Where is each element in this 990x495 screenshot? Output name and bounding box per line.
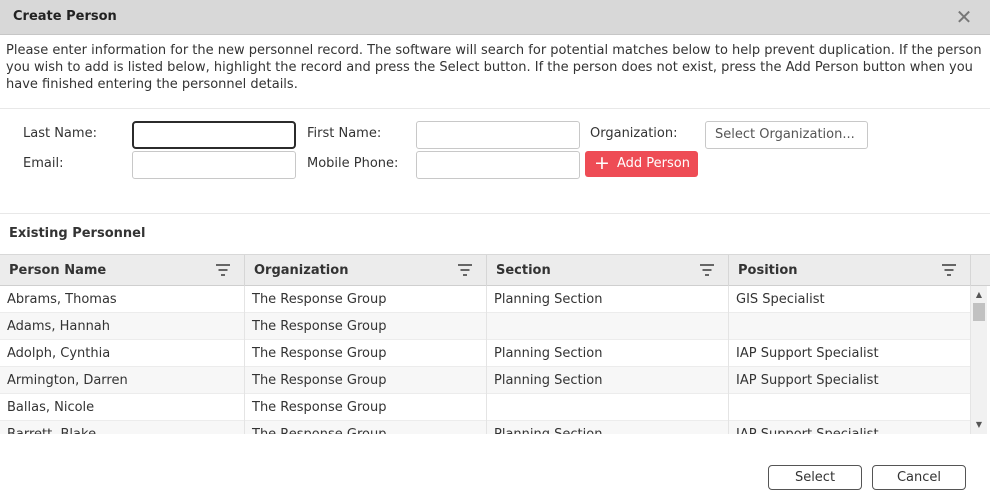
add-person-label: Add Person [617,156,690,171]
column-header-person-name[interactable]: Person Name [0,255,245,286]
cancel-button[interactable]: Cancel [872,465,966,490]
grid-header: Person Name Organization Section Positio… [0,254,990,286]
filter-icon[interactable] [942,264,956,276]
last-name-label: Last Name: [23,126,97,141]
divider [0,108,990,109]
position-cell [729,313,971,340]
position-cell: IAP Support Specialist [729,421,971,434]
person-name-cell: Abrams, Thomas [0,286,245,313]
organization-cell: The Response Group [245,421,487,434]
column-header-label: Section [496,263,551,278]
person-name-cell: Armington, Darren [0,367,245,394]
grid-scrollbar[interactable]: ▲ ▼ [971,286,987,434]
position-cell: GIS Specialist [729,286,971,313]
table-row[interactable]: Adolph, Cynthia The Response Group Plann… [0,340,971,367]
column-header-position[interactable]: Position [729,255,971,286]
divider [0,213,990,214]
mobile-phone-input[interactable] [416,151,580,179]
table-row[interactable]: Armington, Darren The Response Group Pla… [0,367,971,394]
mobile-phone-label: Mobile Phone: [307,156,399,171]
section-cell [487,313,729,340]
section-cell: Planning Section [487,421,729,434]
email-label: Email: [23,156,64,171]
position-cell: IAP Support Specialist [729,340,971,367]
filter-icon[interactable] [216,264,230,276]
organization-cell: The Response Group [245,313,487,340]
filter-icon[interactable] [458,264,472,276]
column-header-organization[interactable]: Organization [245,255,487,286]
dialog-titlebar: Create Person ✕ [0,0,990,35]
table-row[interactable]: Ballas, Nicole The Response Group [0,394,971,421]
select-organization-button[interactable]: Select Organization... [705,121,868,149]
organization-cell: The Response Group [245,286,487,313]
position-cell [729,394,971,421]
scroll-up-icon[interactable]: ▲ [971,288,987,302]
personnel-grid: Abrams, Thomas The Response Group Planni… [0,286,971,434]
filter-icon[interactable] [700,264,714,276]
section-cell: Planning Section [487,286,729,313]
scrollbar-thumb[interactable] [973,303,985,321]
table-row[interactable]: Barrett, Blake The Response Group Planni… [0,421,971,434]
email-input[interactable] [132,151,296,179]
person-name-cell: Adams, Hannah [0,313,245,340]
column-header-label: Person Name [9,263,107,278]
dialog-title: Create Person [13,9,117,24]
existing-personnel-heading: Existing Personnel [9,226,146,241]
person-name-cell: Adolph, Cynthia [0,340,245,367]
table-row[interactable]: Adams, Hannah The Response Group [0,313,971,340]
scroll-down-icon[interactable]: ▼ [971,418,987,432]
close-icon[interactable]: ✕ [954,7,974,27]
last-name-input[interactable] [132,121,296,149]
plus-icon: + [594,152,610,174]
position-cell: IAP Support Specialist [729,367,971,394]
column-header-label: Position [738,263,798,278]
organization-cell: The Response Group [245,367,487,394]
section-cell: Planning Section [487,340,729,367]
person-name-cell: Ballas, Nicole [0,394,245,421]
organization-cell: The Response Group [245,394,487,421]
first-name-label: First Name: [307,126,382,141]
select-button[interactable]: Select [768,465,862,490]
first-name-input[interactable] [416,121,580,149]
organization-cell: The Response Group [245,340,487,367]
table-row[interactable]: Abrams, Thomas The Response Group Planni… [0,286,971,313]
add-person-button[interactable]: + Add Person [585,151,698,177]
section-cell [487,394,729,421]
organization-label: Organization: [590,126,678,141]
person-name-cell: Barrett, Blake [0,421,245,434]
section-cell: Planning Section [487,367,729,394]
column-header-label: Organization [254,263,349,278]
dialog-instructions: Please enter information for the new per… [6,43,982,92]
column-header-section[interactable]: Section [487,255,729,286]
